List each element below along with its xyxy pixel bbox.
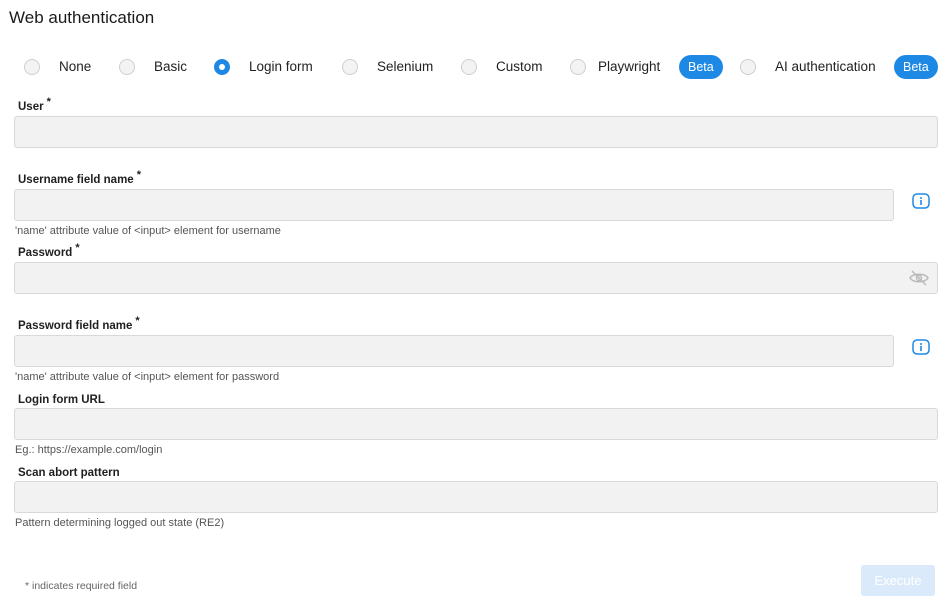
info-icon[interactable] xyxy=(912,339,930,355)
radio-label-playwright[interactable]: Playwright xyxy=(598,59,660,74)
password-field-hint: 'name' attribute value of <input> elemen… xyxy=(15,371,280,383)
login-url-hint: Eg.: https://example.com/login xyxy=(15,444,163,456)
radio-selenium[interactable] xyxy=(342,59,358,75)
password-field-label: Password field name * xyxy=(18,315,140,332)
radio-option-custom[interactable] xyxy=(461,55,477,79)
password-label: Password * xyxy=(18,242,80,259)
login-url-label: Login form URL xyxy=(18,394,105,406)
radio-label-ai-authentication[interactable]: AI authentication xyxy=(775,59,876,74)
radio-label-selenium[interactable]: Selenium xyxy=(377,59,433,74)
beta-badge-ai-authentication: Beta xyxy=(894,55,938,79)
auth-method-radio-group: None Basic Login form Selenium Custom Pl… xyxy=(24,55,940,79)
user-label: User * xyxy=(18,96,51,113)
radio-option-login-form[interactable] xyxy=(214,55,230,79)
info-icon[interactable] xyxy=(912,193,930,209)
page-title: Web authentication xyxy=(9,8,155,27)
radio-login-form[interactable] xyxy=(214,59,230,75)
radio-playwright[interactable] xyxy=(570,59,586,75)
eye-off-icon[interactable] xyxy=(908,268,930,288)
radio-label-none[interactable]: None xyxy=(59,59,91,74)
radio-option-basic[interactable] xyxy=(119,55,135,79)
radio-label-custom[interactable]: Custom xyxy=(496,59,543,74)
password-input[interactable] xyxy=(14,262,938,294)
password-label-text: Password xyxy=(18,247,73,259)
username-field-input[interactable] xyxy=(14,189,894,221)
password-field-label-text: Password field name xyxy=(18,320,133,332)
required-mark: * xyxy=(75,242,80,254)
radio-option-ai-authentication[interactable] xyxy=(740,55,756,79)
required-footnote: * indicates required field xyxy=(25,580,138,592)
required-mark: * xyxy=(136,169,141,181)
radio-none[interactable] xyxy=(24,59,40,75)
execute-button[interactable]: Execute xyxy=(861,565,935,596)
radio-custom[interactable] xyxy=(461,59,477,75)
radio-basic[interactable] xyxy=(119,59,135,75)
user-input[interactable] xyxy=(14,116,938,148)
required-mark: * xyxy=(135,315,140,327)
radio-option-none[interactable] xyxy=(24,55,40,79)
username-field-label-text: Username field name xyxy=(18,174,134,186)
radio-label-login-form[interactable]: Login form xyxy=(249,59,313,74)
beta-badge-playwright: Beta xyxy=(679,55,723,79)
scan-abort-hint: Pattern determining logged out state (RE… xyxy=(15,517,225,529)
required-mark: * xyxy=(46,96,51,108)
username-field-hint: 'name' attribute value of <input> elemen… xyxy=(15,225,281,237)
radio-ai-authentication[interactable] xyxy=(740,59,756,75)
scan-abort-input[interactable] xyxy=(14,481,938,513)
user-label-text: User xyxy=(18,101,44,113)
scan-abort-label: Scan abort pattern xyxy=(18,467,120,479)
radio-label-basic[interactable]: Basic xyxy=(154,59,187,74)
username-field-label: Username field name * xyxy=(18,169,141,186)
radio-option-selenium[interactable] xyxy=(342,55,358,79)
login-url-input[interactable] xyxy=(14,408,938,440)
password-field-input[interactable] xyxy=(14,335,894,367)
radio-option-playwright[interactable] xyxy=(570,55,586,79)
